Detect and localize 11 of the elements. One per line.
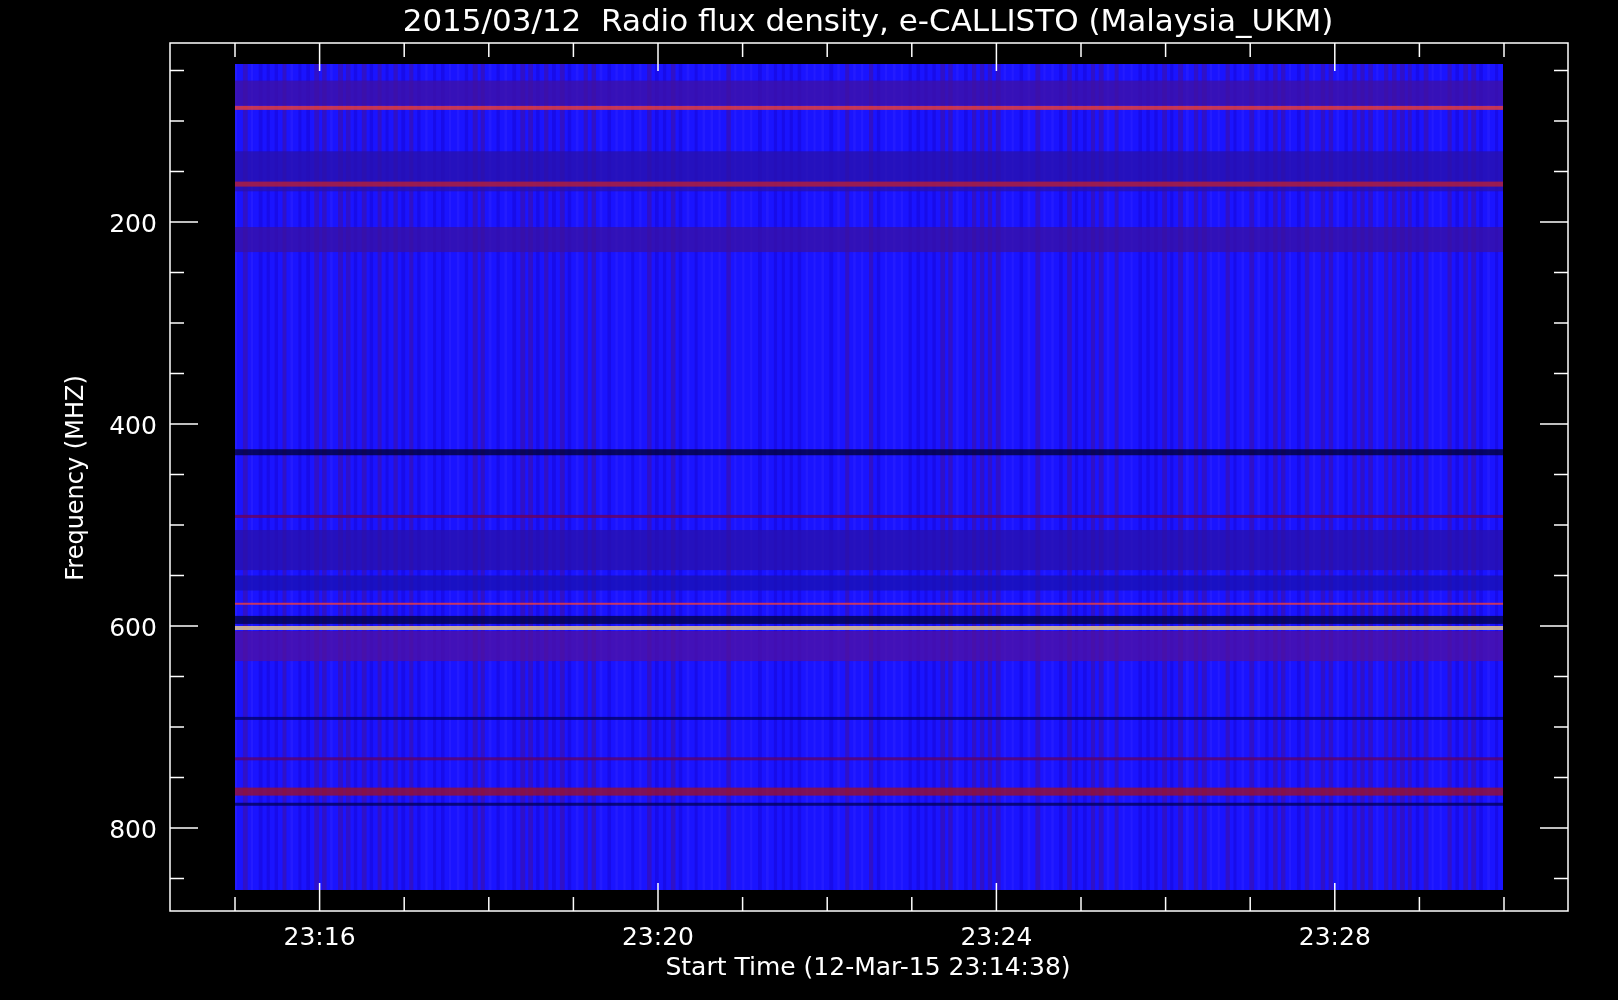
x-tick-label: 23:28	[1298, 922, 1371, 951]
y-tick-label: 600	[109, 613, 157, 642]
x-tick-label: 23:20	[622, 922, 694, 951]
x-tick-label: 23:24	[960, 922, 1033, 951]
y-tick-label: 800	[109, 815, 157, 844]
x-axis-label: Start Time (12-Mar-15 23:14:38)	[665, 952, 1071, 981]
y-tick-label: 200	[109, 209, 157, 238]
y-axis-label: Frequency (MHZ)	[61, 375, 89, 581]
x-tick-label: 23:16	[283, 922, 356, 951]
plot-title: 2015/03/12 Radio flux density, e-CALLISTO (Malaysia_UKM)	[402, 2, 1334, 38]
y-tick-label: 400	[109, 411, 157, 440]
